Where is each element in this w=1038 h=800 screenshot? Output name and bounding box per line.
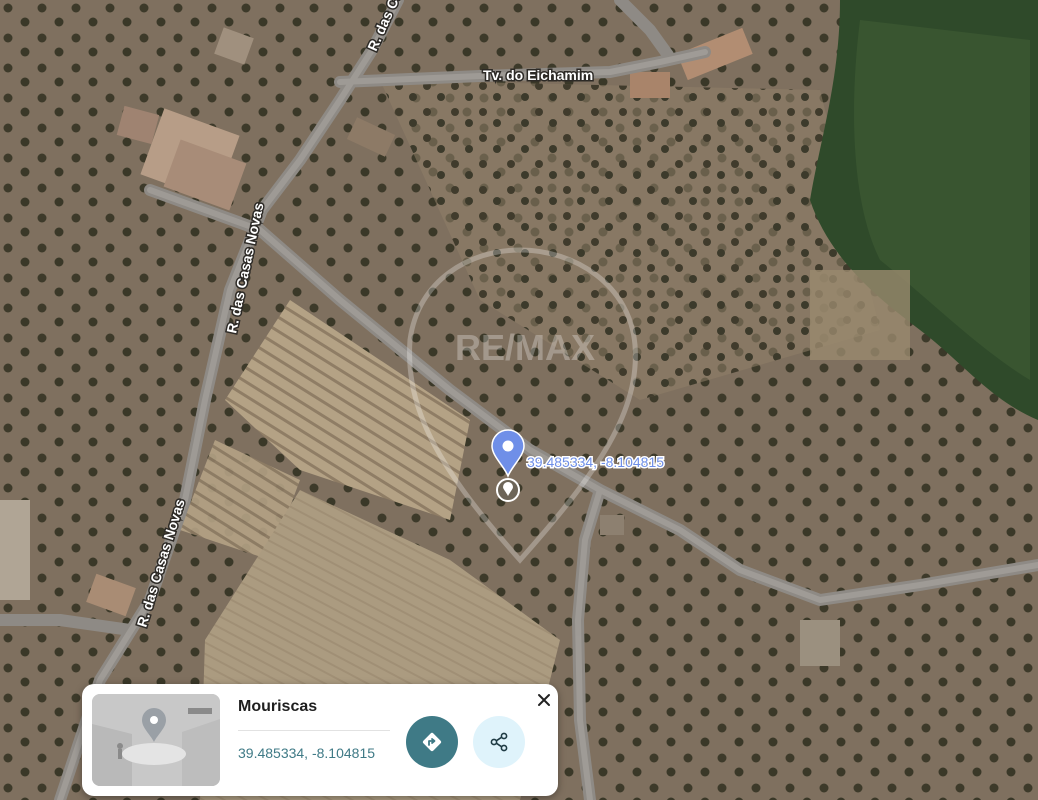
location-circle-icon[interactable] [496,478,520,502]
street-view-thumbnail[interactable] [92,694,220,786]
close-icon [538,694,550,706]
pin-coordinates-label: 39.485334, -8.104815 [527,454,664,470]
close-button[interactable] [532,688,556,712]
card-divider [238,730,390,731]
clearing [810,270,910,360]
directions-icon [422,732,442,752]
satellite-map[interactable]: RE/MAX R. das Casas Tv. do Eichamim R. d… [0,0,1038,800]
place-coordinates[interactable]: 39.485334, -8.104815 [238,745,375,761]
directions-button[interactable] [406,716,458,768]
share-button[interactable] [473,716,525,768]
share-icon [490,732,508,752]
location-card: Mouriscas 39.485334, -8.104815 [82,684,558,796]
watermark-text: RE/MAX [455,327,595,368]
road-label-eichamim: Tv. do Eichamim [483,67,593,83]
place-title: Mouriscas [238,698,318,715]
